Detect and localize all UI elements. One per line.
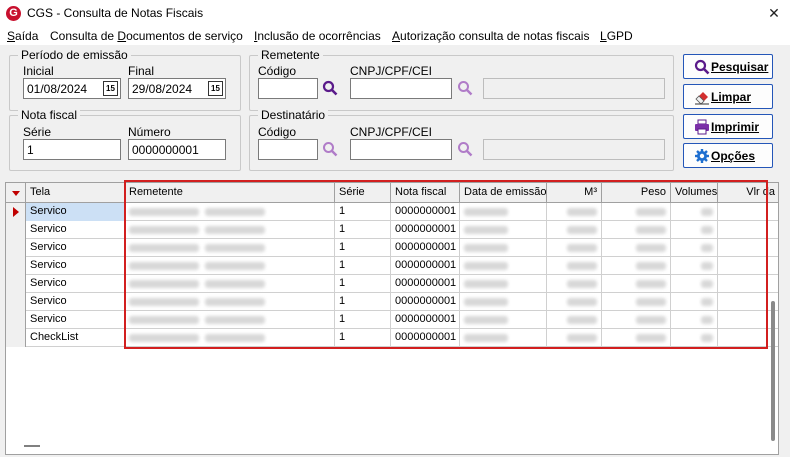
cell-tela[interactable]: Servico (26, 221, 125, 239)
gear-icon (695, 149, 709, 163)
close-button[interactable]: ✕ (760, 2, 788, 24)
status-divider (24, 445, 40, 447)
row-indicator[interactable] (6, 329, 26, 347)
nota-fiscal-group-label: Nota fiscal (18, 108, 81, 122)
opcoes-label: Opções (711, 149, 756, 163)
row-indicator[interactable] (6, 311, 26, 329)
title-bar: G CGS - Consulta de Notas Fiscais ✕ (0, 0, 790, 27)
limpar-label: Limpar (711, 90, 752, 104)
destinatario-codigo-label: Código (258, 125, 297, 139)
nota-fiscal-group: Nota fiscal Série Número 1 0000000001 (9, 108, 241, 171)
search-icon (694, 59, 710, 75)
final-label: Final (128, 64, 155, 78)
cell-tela[interactable]: Servico (26, 203, 125, 221)
row-indicator[interactable] (6, 293, 26, 311)
periodo-emissao-group: Período de emissão Inicial Final 01/08/2… (9, 48, 241, 111)
menu-saida[interactable]: Saída (7, 29, 38, 43)
inicial-label: Inicial (23, 64, 54, 78)
menu-bar: Saída Consulta de Documentos de serviço … (0, 27, 790, 45)
serie-label: Série (23, 125, 52, 139)
app-logo-icon: G (6, 6, 21, 21)
destinatario-nome-display (483, 139, 665, 160)
imprimir-button[interactable]: Imprimir (683, 114, 773, 139)
grid-indicator-header[interactable] (6, 183, 26, 203)
search-icon[interactable] (322, 80, 338, 96)
destinatario-group: Destinatário Código CNPJ/CPF/CEI (249, 108, 674, 171)
calendar-icon[interactable]: 15 (208, 81, 223, 96)
row-indicator[interactable] (6, 221, 26, 239)
cell-tela[interactable]: Servico (26, 239, 125, 257)
remetente-codigo-label: Código (258, 64, 297, 78)
remetente-group-label: Remetente (258, 48, 323, 62)
destinatario-codigo-input[interactable] (258, 139, 318, 160)
opcoes-button[interactable]: Opções (683, 143, 773, 168)
cell-tela[interactable]: CheckList (26, 329, 125, 347)
row-indicator[interactable] (6, 203, 26, 221)
imprimir-label: Imprimir (711, 120, 760, 134)
numero-label: Número (128, 125, 171, 139)
final-date-input[interactable]: 29/08/2024 15 (128, 78, 226, 99)
destinatario-group-label: Destinatário (258, 108, 329, 122)
row-indicator[interactable] (6, 257, 26, 275)
inicial-date-input[interactable]: 01/08/2024 15 (23, 78, 121, 99)
menu-autorizacao[interactable]: Autorização consulta de notas fiscais (392, 29, 589, 43)
cell-tela[interactable]: Servico (26, 275, 125, 293)
remetente-cnpj-label: CNPJ/CPF/CEI (350, 64, 433, 78)
numero-input[interactable]: 0000000001 (128, 139, 226, 160)
periodo-group-label: Período de emissão (18, 48, 131, 62)
remetente-group: Remetente Código CNPJ/CPF/CEI (249, 48, 674, 111)
row-indicator[interactable] (6, 239, 26, 257)
menu-lgpd[interactable]: LGPD (600, 29, 633, 43)
calendar-icon[interactable]: 15 (103, 81, 118, 96)
current-row-arrow-icon (13, 207, 19, 217)
cell-tela[interactable]: Servico (26, 257, 125, 275)
row-indicator[interactable] (6, 275, 26, 293)
sort-arrow-icon (12, 191, 20, 196)
remetente-nome-display (483, 78, 665, 99)
eraser-icon (695, 92, 709, 105)
destinatario-cnpj-label: CNPJ/CPF/CEI (350, 125, 433, 139)
serie-input[interactable]: 1 (23, 139, 121, 160)
search-icon[interactable] (322, 141, 338, 157)
cell-tela[interactable]: Servico (26, 293, 125, 311)
window-title: CGS - Consulta de Notas Fiscais (27, 6, 204, 20)
scrollbar-thumb[interactable] (771, 301, 775, 441)
remetente-cnpj-input[interactable] (350, 78, 452, 99)
highlight-box (124, 180, 768, 349)
remetente-codigo-input[interactable] (258, 78, 318, 99)
limpar-button[interactable]: Limpar (683, 84, 773, 109)
search-icon[interactable] (457, 141, 473, 157)
destinatario-cnpj-input[interactable] (350, 139, 452, 160)
printer-icon (695, 119, 709, 135)
cell-tela[interactable]: Servico (26, 311, 125, 329)
menu-inclusao-ocorrencias[interactable]: Inclusão de ocorrências (254, 29, 381, 43)
menu-consulta-documentos[interactable]: Consulta de Documentos de serviço (50, 29, 243, 43)
pesquisar-button[interactable]: Pesquisar (683, 54, 773, 79)
grid-vertical-scrollbar[interactable] (769, 183, 778, 454)
col-header-tela[interactable]: Tela (26, 183, 125, 203)
pesquisar-label: Pesquisar (711, 60, 769, 74)
search-icon[interactable] (457, 80, 473, 96)
